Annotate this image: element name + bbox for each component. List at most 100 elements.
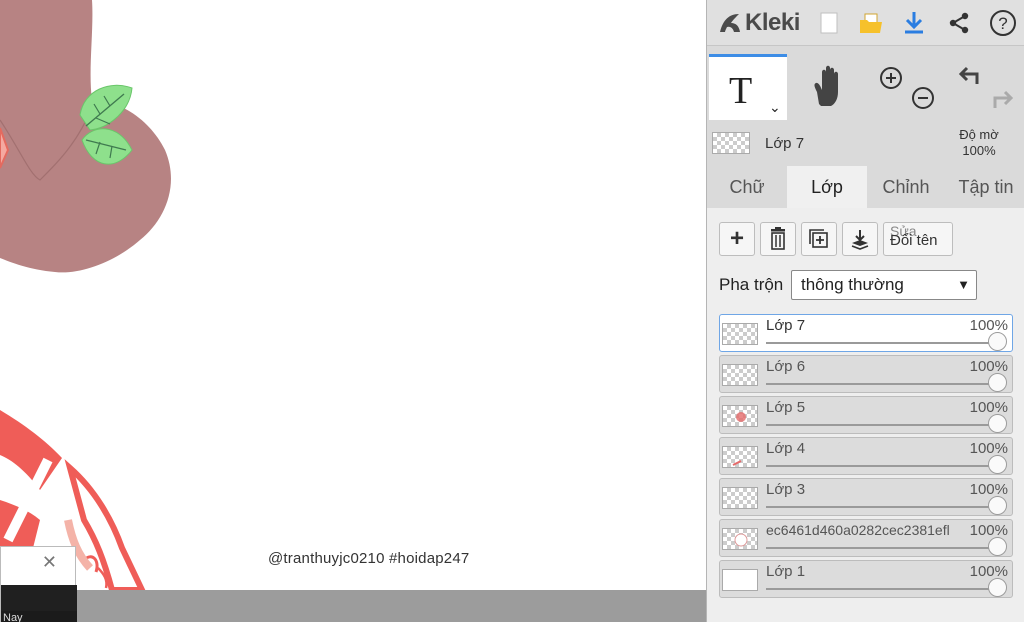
mini-window-bar [1,585,77,611]
merge-down-icon [851,230,869,250]
merge-down-button[interactable] [842,222,878,256]
layer-name: Lớp 5 [766,399,806,416]
mini-window-text: Nay [1,611,77,622]
layer-opacity-track[interactable] [766,424,1004,426]
tab-text[interactable]: Chữ [719,166,775,208]
drawing-canvas[interactable]: @tranthuyjc0210 #hoidap247 [0,0,706,590]
layer-opacity-slider-handle[interactable] [988,496,1007,515]
watermark-text: @tranthuyjc0210 #hoidap247 [268,550,470,567]
hand-icon [814,65,838,106]
layer-opacity: 100% [969,317,1008,334]
mini-popup-window[interactable]: ✕ Nay [0,546,77,622]
chevron-down-icon: ▼ [957,277,970,292]
plus-icon: + [729,225,744,252]
layer-item[interactable]: Lớp 6 100% [719,355,1013,393]
current-layer-thumbnail [712,132,750,154]
layer-opacity-track[interactable] [766,588,1004,590]
layer-item[interactable]: Lớp 1 100% [719,560,1013,598]
layer-opacity-track[interactable] [766,506,1004,508]
duplicate-icon [809,229,828,248]
layer-opacity: 100% [969,358,1008,375]
text-tool-button[interactable]: T ⌄ [709,54,787,120]
rename-button-label: Đổi tên [890,232,938,249]
layer-name: Lớp 7 [766,317,806,334]
blend-mode-select[interactable]: thông thường ▼ [791,270,977,300]
layer-item[interactable]: Lớp 5 100% [719,396,1013,434]
canvas-area[interactable]: @tranthuyjc0210 #hoidap247 ✕ Nay [0,0,706,622]
logo-text: Kleki [745,9,800,36]
layer-thumbnail [722,487,758,509]
trash-icon [771,227,785,250]
undo-icon[interactable] [958,66,979,84]
opacity-value: 100% [962,143,996,158]
close-icon[interactable]: ✕ [42,553,57,571]
tab-adjust[interactable]: Chỉnh [873,166,939,208]
tab-layers[interactable]: Lớp [787,166,867,208]
layer-opacity-track[interactable] [766,342,1004,344]
layer-opacity-slider-handle[interactable] [988,537,1007,556]
add-layer-button[interactable]: + [719,222,755,256]
help-glyph: ? [998,14,1007,33]
layer-thumbnail [722,364,758,386]
current-layer-name: Lớp 7 [765,135,805,152]
rename-layer-button[interactable]: Sửa Đổi tên [883,222,953,256]
layer-opacity-track[interactable] [766,383,1004,385]
zoom-controls [875,58,941,118]
layer-name: ec6461d460a0282cec2381efl [766,522,950,538]
opacity-readout: Độ mờ 100% [949,127,1009,159]
redo-icon[interactable] [993,90,1014,108]
layer-name: Lớp 3 [766,481,806,498]
layer-item[interactable]: Lớp 4 100% [719,437,1013,475]
layer-thumbnail [722,405,758,427]
zoom-out-icon[interactable] [912,87,934,109]
tab-file[interactable]: Tập tin [951,166,1021,208]
hand-tool-button[interactable] [789,54,867,120]
new-image-icon[interactable] [815,9,843,37]
layer-opacity: 100% [969,481,1008,498]
layer-opacity: 100% [969,563,1008,580]
top-toolbar: Kleki ? [707,0,1024,46]
current-layer-info: Lớp 7 Độ mờ 100% [707,124,1024,164]
layer-opacity-track[interactable] [766,547,1004,549]
layer-name: Lớp 1 [766,563,806,580]
open-folder-icon[interactable] [857,9,885,37]
share-icon[interactable] [945,9,973,37]
layer-opacity-slider-handle[interactable] [988,414,1007,433]
layer-opacity: 100% [969,399,1008,416]
side-panel: Kleki ? T ⌄ Lớp 7 Độ mờ 100% Chữ Lớp Chỉ… [706,0,1024,622]
zoom-in-icon[interactable] [880,67,902,89]
layer-thumbnail [722,446,758,468]
blend-mode-value: thông thường [801,275,904,294]
tool-row: T ⌄ [707,54,1024,120]
layer-opacity: 100% [969,440,1008,457]
layer-name: Lớp 4 [766,440,806,457]
artwork [0,0,171,590]
layer-opacity: 100% [969,522,1008,539]
layer-thumbnail [722,569,758,591]
kleki-logo-icon [720,14,740,32]
layer-opacity-slider-handle[interactable] [988,578,1007,597]
help-icon[interactable]: ? [989,9,1017,37]
opacity-label: Độ mờ [959,127,999,142]
kleki-logo[interactable]: Kleki [717,8,800,38]
duplicate-layer-button[interactable] [801,222,837,256]
panel-tabs: Chữ Lớp Chỉnh Tập tin [707,166,1024,208]
layer-opacity-track[interactable] [766,465,1004,467]
chevron-down-icon[interactable]: ⌄ [769,99,781,116]
delete-layer-button[interactable] [760,222,796,256]
kleki-app: @tranthuyjc0210 #hoidap247 ✕ Nay Kleki ?… [0,0,1024,622]
layer-item[interactable]: Lớp 3 100% [719,478,1013,516]
layer-opacity-slider-handle[interactable] [988,373,1007,392]
layer-thumbnail [722,323,758,345]
history-controls [953,58,1019,118]
download-icon[interactable] [900,9,928,37]
layer-item[interactable]: ec6461d460a0282cec2381efl 100% [719,519,1013,557]
layer-name: Lớp 6 [766,358,806,375]
layer-item[interactable]: Lớp 7 100% [719,314,1013,352]
layer-opacity-slider-handle[interactable] [988,332,1007,351]
blend-mode-label: Pha trộn [719,275,784,294]
layer-thumbnail [722,528,758,550]
layers-pane: + Sửa Đổi tên Pha trộn thông thường ▼ Lớ… [707,208,1024,622]
text-tool-icon: T [729,70,753,112]
layer-opacity-slider-handle[interactable] [988,455,1007,474]
